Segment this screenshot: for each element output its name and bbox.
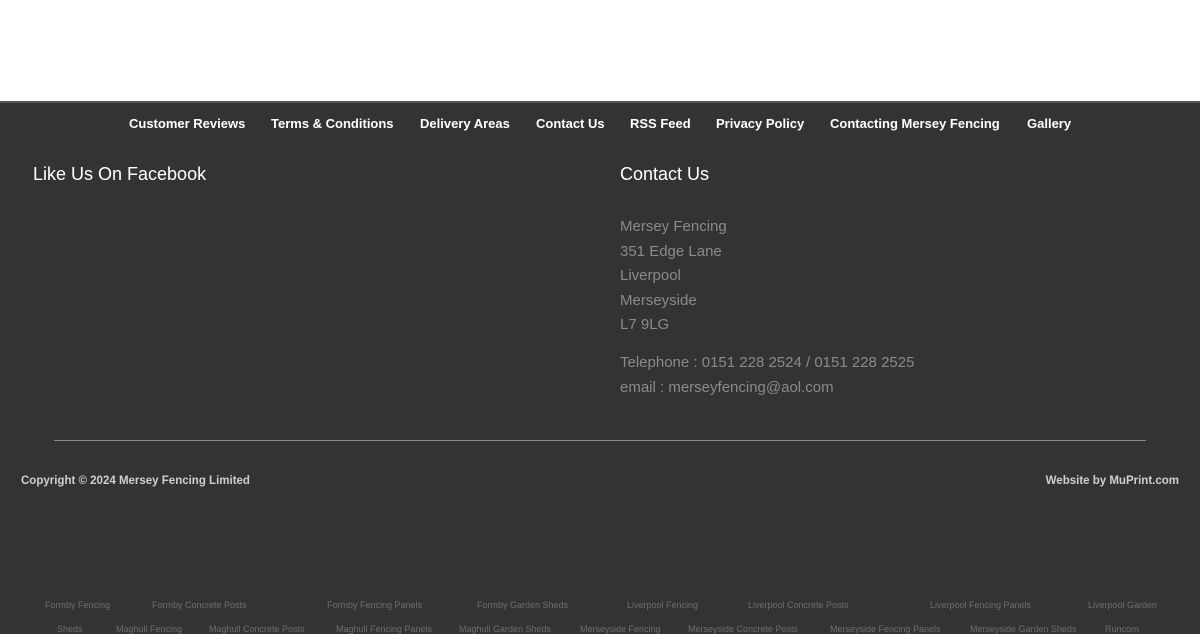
nav-contact-us[interactable]: Contact Us: [536, 116, 605, 131]
seo-link[interactable]: Liverpool Garden: [1088, 600, 1157, 610]
seo-link[interactable]: Runcorn: [1105, 624, 1139, 634]
seo-link[interactable]: Merseyside Garden Sheds: [970, 624, 1077, 634]
contact-email[interactable]: email : merseyfencing@aol.com: [620, 376, 914, 401]
seo-link[interactable]: Formby Concrete Posts: [152, 600, 247, 610]
facebook-heading: Like Us On Facebook: [33, 164, 207, 184]
seo-link[interactable]: Liverpool Fencing: [627, 600, 698, 610]
address-postcode: L7 9LG: [620, 316, 670, 333]
address-street: 351 Edge Lane: [620, 242, 722, 260]
seo-link[interactable]: Merseyside Fencing Panels: [830, 624, 941, 634]
seo-link[interactable]: Maghull Concrete Posts: [209, 624, 305, 634]
nav-contacting-mersey-fencing[interactable]: Contacting Mersey Fencing: [830, 116, 1000, 131]
seo-link[interactable]: Merseyside Fencing: [580, 624, 661, 634]
address-company: Mersey Fencing: [620, 218, 727, 235]
website-by-link[interactable]: Website by MuPrint.com: [1046, 475, 1179, 487]
contact-address: Mersey Fencing 351 Edge Lane Liverpool M…: [620, 215, 727, 338]
seo-link[interactable]: Maghull Garden Sheds: [459, 624, 551, 634]
seo-link[interactable]: Liverpool Concrete Posts: [748, 600, 849, 610]
seo-link[interactable]: Maghull Fencing: [116, 624, 182, 634]
nav-gallery[interactable]: Gallery: [1027, 116, 1071, 131]
site-footer: Customer Reviews Terms & Conditions Deli…: [0, 101, 1200, 634]
contact-telephone[interactable]: Telephone : 0151 228 2524 / 0151 228 252…: [620, 351, 914, 376]
contact-heading: Contact Us: [620, 164, 710, 184]
seo-link[interactable]: Formby Garden Sheds: [477, 600, 568, 610]
seo-link[interactable]: Merseyside Concrete Posts: [688, 624, 798, 634]
contact-details: Telephone : 0151 228 2524 / 0151 228 252…: [620, 351, 914, 400]
seo-link[interactable]: Sheds: [57, 624, 83, 634]
nav-terms-conditions[interactable]: Terms & Conditions: [271, 116, 394, 131]
seo-link[interactable]: Liverpool Fencing Panels: [930, 600, 1031, 610]
page-top-area: [0, 0, 1200, 101]
seo-link[interactable]: Formby Fencing: [45, 600, 110, 610]
footer-divider: [54, 440, 1146, 441]
copyright-text: Copyright © 2024 Mersey Fencing Limited: [21, 475, 250, 487]
seo-link[interactable]: Maghull Fencing Panels: [336, 624, 432, 634]
nav-privacy-policy[interactable]: Privacy Policy: [716, 116, 804, 131]
seo-link[interactable]: Formby Fencing Panels: [327, 600, 422, 610]
address-city: Liverpool: [620, 267, 681, 284]
address-county: Merseyside: [620, 291, 697, 309]
nav-rss-feed[interactable]: RSS Feed: [630, 116, 691, 131]
nav-customer-reviews[interactable]: Customer Reviews: [129, 116, 245, 131]
nav-delivery-areas[interactable]: Delivery Areas: [420, 116, 510, 131]
